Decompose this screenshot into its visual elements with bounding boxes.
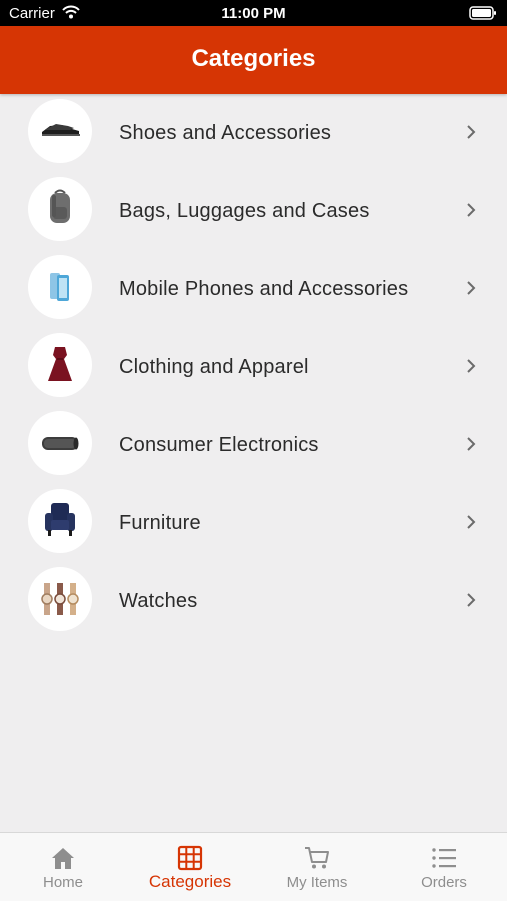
armchair-icon	[28, 489, 92, 553]
chevron-right-icon	[466, 202, 476, 223]
tab-categories[interactable]: Categories	[127, 833, 253, 901]
status-bar: Carrier 11:00 PM	[0, 0, 507, 26]
category-row-electronics[interactable]: Consumer Electronics	[0, 406, 507, 484]
category-label: Bags, Luggages and Cases	[119, 200, 370, 222]
nav-bar: Categories	[0, 26, 507, 94]
tab-my-items[interactable]: My Items	[254, 833, 380, 901]
cart-icon	[304, 845, 330, 871]
backpack-icon	[28, 177, 92, 241]
category-row-watches[interactable]: Watches	[0, 562, 507, 640]
category-row-shoes[interactable]: Shoes and Accessories	[0, 94, 507, 172]
watches-icon	[28, 567, 92, 631]
clock: 11:00 PM	[221, 5, 286, 22]
tab-label: Home	[42, 874, 83, 891]
grid-icon	[177, 845, 203, 871]
page-title: Categories	[191, 45, 316, 72]
category-label: Consumer Electronics	[119, 434, 319, 456]
category-row-furniture[interactable]: Furniture	[0, 484, 507, 562]
tab-orders[interactable]: Orders	[381, 833, 507, 901]
tab-home[interactable]: Home	[0, 833, 126, 901]
shoes-icon	[28, 99, 92, 163]
category-label: Clothing and Apparel	[119, 356, 309, 378]
list-icon	[431, 845, 457, 871]
home-icon	[50, 845, 76, 871]
category-label: Mobile Phones and Accessories	[119, 278, 409, 300]
category-row-mobile-phones[interactable]: Mobile Phones and Accessories	[0, 250, 507, 328]
chevron-right-icon	[466, 280, 476, 301]
phone-icon	[28, 255, 92, 319]
category-label: Furniture	[119, 512, 201, 534]
category-label: Shoes and Accessories	[119, 122, 332, 144]
chevron-right-icon	[466, 358, 476, 379]
chevron-right-icon	[466, 124, 476, 145]
chevron-right-icon	[466, 592, 476, 613]
chevron-right-icon	[466, 436, 476, 457]
tab-bar: Home Categories My Items Orders	[0, 832, 507, 901]
tab-label: My Items	[286, 874, 348, 891]
category-row-bags[interactable]: Bags, Luggages and Cases	[0, 172, 507, 250]
dress-icon	[28, 333, 92, 397]
category-label: Watches	[119, 590, 198, 612]
tab-label: Categories	[148, 872, 232, 891]
battery-icon	[469, 6, 497, 24]
speaker-icon	[28, 411, 92, 475]
chevron-right-icon	[466, 514, 476, 535]
tab-label: Orders	[421, 874, 467, 891]
category-row-clothing[interactable]: Clothing and Apparel	[0, 328, 507, 406]
